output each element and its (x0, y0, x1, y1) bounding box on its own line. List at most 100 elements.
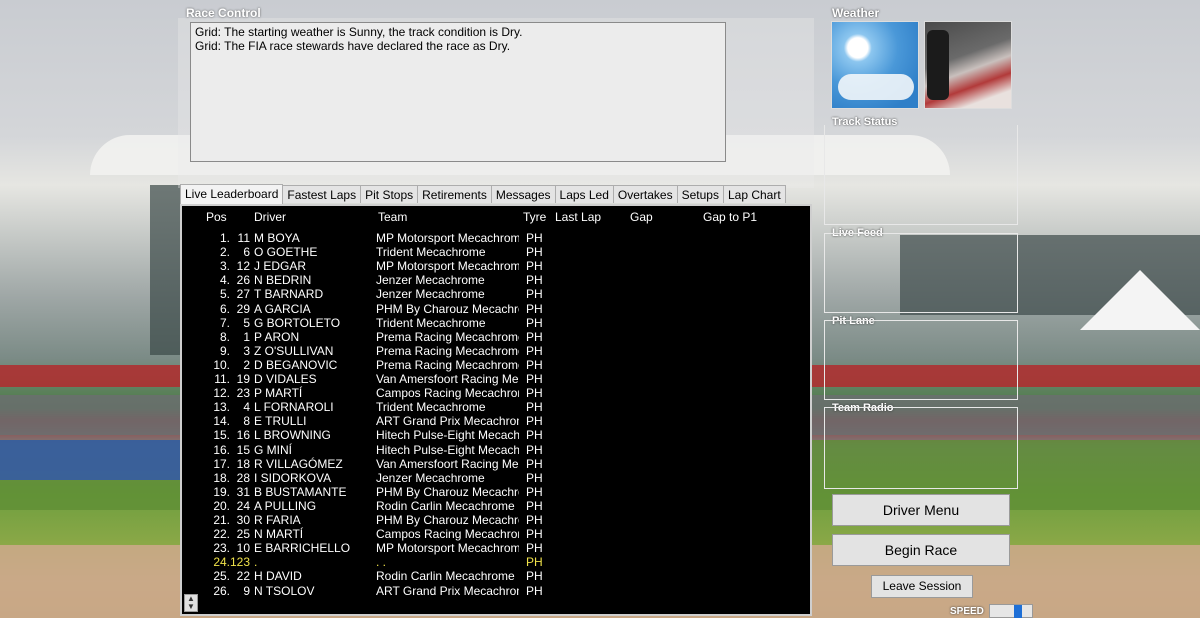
driver-cell: E BARRICHELLO (254, 541, 351, 556)
driver-cell: D BEGANOVIC (254, 357, 338, 372)
tab-lap-chart[interactable]: Lap Chart (722, 185, 786, 203)
table-row[interactable]: 14. 8 E TRULLI ART Grand Prix Mecachrome PH (182, 414, 782, 428)
table-row[interactable]: 7. 5 G BORTOLETO Trident Mecachrome PH (182, 316, 782, 330)
table-row[interactable]: 4. 26 N BEDRIN Jenzer Mecachrome PH (182, 273, 782, 287)
team-cell: Rodin Carlin Mecachrome (376, 569, 515, 584)
tyre-cell: PH (526, 386, 543, 401)
table-row[interactable]: 22. 25 N MARTÍ Campos Racing Mecachrome PH (182, 527, 782, 541)
tyre-cell: PH (526, 428, 543, 443)
position-cell: 5. (219, 287, 230, 302)
table-row[interactable]: 1. 11 M BOYA MP Motorsport Mecachrome PH (182, 231, 782, 245)
column-header-gap[interactable]: Gap (630, 210, 653, 224)
tyre-cell: PH (526, 414, 543, 429)
table-row[interactable]: 9. 3 Z O'SULLIVAN Prema Racing Mecachrome PH (182, 344, 782, 358)
track-status-panel (824, 125, 1018, 225)
driver-cell: P ARON (254, 329, 300, 344)
position-cell: 14. (213, 414, 230, 429)
table-row[interactable]: 19. 31 B BUSTAMANTE PHM By Charouz Mecachro… (182, 485, 782, 499)
team-cell: Van Amersfoort Racing Mecachrome (376, 456, 519, 471)
position-cell: 15. (213, 428, 230, 443)
table-row[interactable]: 17. 18 R VILLAGÓMEZ Van Amersfoort Racing M… (182, 457, 782, 471)
team-cell: Trident Mecachrome (376, 400, 486, 415)
speed-slider-knob[interactable] (1014, 605, 1022, 618)
race-control-title: Race Control (186, 6, 261, 20)
position-cell: 25. (213, 569, 230, 584)
column-header-tyre[interactable]: Tyre (523, 210, 546, 224)
tyre-cell: PH (526, 513, 543, 527)
tyre-cell: PH (526, 541, 543, 556)
team-cell: Prema Racing Mecachrome (376, 343, 519, 358)
table-row[interactable]: 12. 23 P MARTÍ Campos Racing Mecachrome PH (182, 386, 782, 400)
table-row[interactable]: 25. 22 H DAVID Rodin Carlin Mecachrome PH (182, 569, 782, 583)
table-row[interactable]: 24. 123. . . PH (182, 555, 782, 569)
car-number-cell: 30 (236, 513, 250, 527)
tab-laps-led[interactable]: Laps Led (554, 185, 614, 203)
driver-cell: O GOETHE (254, 245, 318, 260)
table-row[interactable]: 16. 15 G MINÍ Hitech Pulse-Eight Mecachrome… (182, 443, 782, 457)
tyre-cell: PH (526, 301, 543, 316)
table-row[interactable]: 2. 6 O GOETHE Trident Mecachrome PH (182, 245, 782, 259)
position-cell: 9. (219, 343, 230, 358)
table-row[interactable]: 11. 19 D VIDALES Van Amersfoort Racing Meca… (182, 372, 782, 386)
table-row[interactable]: 21. 30 R FARIA PHM By Charouz Mecachrome PH (182, 513, 782, 527)
leave-session-button[interactable]: Leave Session (871, 575, 973, 598)
table-row[interactable]: 20. 24 A PULLING Rodin Carlin Mecachrome PH (182, 499, 782, 513)
table-row[interactable]: 26. 9 N TSOLOV ART Grand Prix Mecachrome PH (182, 584, 782, 598)
table-row[interactable]: 3. 12 J EDGAR MP Motorsport Mecachrome PH (182, 259, 782, 273)
begin-race-button[interactable]: Begin Race (832, 534, 1010, 566)
table-row[interactable]: 23. 10 E BARRICHELLO MP Motorsport Mecachro… (182, 541, 782, 555)
car-number-cell: 2 (243, 357, 250, 372)
tyre-cell: PH (526, 442, 543, 457)
column-header-team[interactable]: Team (378, 210, 407, 224)
tab-fastest-laps[interactable]: Fastest Laps (282, 185, 362, 203)
driver-cell: P MARTÍ (254, 386, 303, 401)
leaderboard-table[interactable]: Pos Driver Team Tyre Last Lap Gap Gap to… (180, 204, 812, 616)
driver-cell: A GARCIA (254, 301, 311, 316)
table-row[interactable]: 18. 28 I SIDORKOVA Jenzer Mecachrome PH (182, 471, 782, 485)
table-row[interactable]: 8. 1 P ARON Prema Racing Mecachrome PH (182, 330, 782, 344)
tab-overtakes[interactable]: Overtakes (612, 185, 678, 203)
position-cell: 2. (219, 245, 230, 260)
team-cell: PHM By Charouz Mecachrome (376, 513, 519, 527)
column-header-gap-to-p1[interactable]: Gap to P1 (703, 210, 757, 224)
scroll-stepper[interactable]: ▲ ▼ (184, 594, 198, 612)
team-cell: MP Motorsport Mecachrome (376, 541, 519, 556)
car-number-cell: 25 (236, 527, 250, 542)
column-header-last-lap[interactable]: Last Lap (555, 210, 601, 224)
team-cell: Jenzer Mecachrome (376, 287, 485, 302)
team-cell: Jenzer Mecachrome (376, 470, 485, 485)
tab-live-leaderboard[interactable]: Live Leaderboard (180, 184, 284, 204)
team-cell: Prema Racing Mecachrome (376, 357, 519, 372)
table-row[interactable]: 5. 27 T BARNARD Jenzer Mecachrome PH (182, 287, 782, 301)
team-cell: ART Grand Prix Mecachrome (376, 583, 519, 598)
team-cell: Trident Mecachrome (376, 245, 486, 260)
tab-pit-stops[interactable]: Pit Stops (360, 185, 419, 203)
car-number-cell: 23 (236, 386, 250, 401)
sunny-weather-icon (831, 21, 919, 109)
driver-cell: R VILLAGÓMEZ (254, 456, 343, 471)
live-feed-panel (824, 233, 1018, 313)
team-cell: Jenzer Mecachrome (376, 273, 485, 288)
tab-messages[interactable]: Messages (490, 185, 556, 203)
driver-cell: T BARNARD (254, 287, 324, 302)
position-cell: 3. (219, 259, 230, 274)
tab-retirements[interactable]: Retirements (417, 185, 492, 203)
race-control-messages[interactable]: Grid: The starting weather is Sunny, the… (190, 22, 726, 162)
team-cell: Campos Racing Mecachrome (376, 527, 519, 542)
table-row[interactable]: 15. 16 L BROWNING Hitech Pulse-Eight Mecach… (182, 428, 782, 442)
tab-setups[interactable]: Setups (676, 185, 724, 203)
speed-slider[interactable] (989, 604, 1033, 618)
car-number-cell: 29 (236, 301, 250, 316)
team-cell: Rodin Carlin Mecachrome (376, 498, 515, 513)
tyre-cell: PH (526, 287, 543, 302)
table-row[interactable]: 6. 29 A GARCIA PHM By Charouz Mecachrome PH (182, 302, 782, 316)
driver-cell: N MARTÍ (254, 527, 304, 542)
driver-menu-button[interactable]: Driver Menu (832, 494, 1010, 526)
driver-cell: E TRULLI (254, 414, 307, 429)
column-header-driver[interactable]: Driver (254, 210, 286, 224)
table-row[interactable]: 10. 2 D BEGANOVIC Prema Racing Mecachrome PH (182, 358, 782, 372)
column-header-pos[interactable]: Pos (206, 210, 227, 224)
position-cell: 1. (219, 231, 230, 245)
table-row[interactable]: 13. 4 L FORNAROLI Trident Mecachrome PH (182, 400, 782, 414)
car-number-cell: 15 (236, 442, 250, 457)
